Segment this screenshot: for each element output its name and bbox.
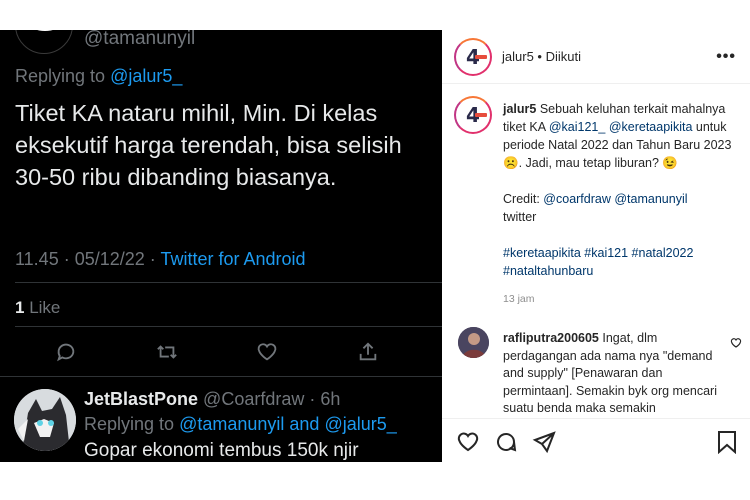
post-author: jalur5 • Diikuti: [502, 49, 581, 64]
commenter-photo-icon: [458, 327, 489, 358]
avatar[interactable]: [14, 389, 76, 451]
save-button[interactable]: [716, 430, 738, 459]
mention-link[interactable]: @tamanunyil: [614, 192, 687, 206]
comment-like-button[interactable]: [730, 336, 742, 354]
post-header: 4 jalur5 • Diikuti •••: [442, 30, 750, 84]
caption-avatar[interactable]: 4: [454, 96, 492, 134]
reply-text: Gopar ekonomi tembus 150k njir: [84, 440, 359, 461]
heart-icon: [730, 338, 742, 348]
likes-label: Like: [24, 298, 61, 317]
share-button[interactable]: [348, 332, 388, 372]
avatar[interactable]: 4: [454, 38, 492, 76]
divider: [15, 282, 442, 283]
likes-count[interactable]: 1 Like: [15, 298, 60, 318]
tweet-screenshot: @tamanunyil Replying to @jalur5_ Tiket K…: [0, 30, 442, 462]
reply-author-name[interactable]: JetBlastPone: [84, 389, 198, 409]
post-actions: [442, 418, 750, 462]
top-handle[interactable]: @tamanunyil: [84, 30, 195, 50]
hashtags[interactable]: #keretaapikita #kai121 #natal2022 #natal…: [503, 244, 739, 280]
tweet-meta: 11.45 · 05/12/22 · Twitter for Android: [15, 249, 306, 270]
comment-username[interactable]: rafliputra200605: [503, 331, 599, 345]
reply-button[interactable]: [46, 332, 86, 372]
instagram-panel: 4 jalur5 • Diikuti ••• 4 jalur5 Sebuah k…: [442, 30, 750, 462]
logo-mark: [475, 55, 487, 59]
like-button[interactable]: [247, 332, 287, 372]
replying-to: Replying to @jalur5_: [15, 66, 182, 87]
tweet-text: Tiket KA nataru mihil, Min. Di kelas eks…: [15, 100, 402, 190]
tweet-source-link[interactable]: Twitter for Android: [160, 249, 305, 269]
caption-username[interactable]: jalur5: [503, 102, 536, 116]
reply-tweet[interactable]: JetBlastPone @Coarfdraw · 6h Replying to…: [0, 376, 442, 462]
post-caption: jalur5 Sebuah keluhan terkait mahalnya t…: [503, 100, 739, 280]
username-link[interactable]: jalur5: [502, 49, 534, 64]
reply-replying-to: Replying to @tamanunyil and @jalur5_: [84, 414, 397, 435]
heart-icon: [257, 343, 277, 361]
reply-replying-user2[interactable]: @jalur5_: [324, 414, 396, 434]
replying-prefix: Replying to: [15, 66, 111, 86]
follow-status[interactable]: Diikuti: [546, 49, 581, 64]
screenshot-frame: @tamanunyil Replying to @jalur5_ Tiket K…: [0, 30, 750, 462]
reply-replying-prefix: Replying to: [84, 414, 180, 434]
share-icon: [359, 342, 377, 361]
separator: •: [533, 49, 546, 64]
mention-link[interactable]: @kai121_: [549, 120, 605, 134]
like-button[interactable]: [456, 430, 480, 459]
more-options-icon[interactable]: •••: [716, 48, 736, 66]
post-time[interactable]: 13 jam: [503, 293, 535, 305]
reply-replying-user1[interactable]: @tamanunyil: [179, 414, 284, 434]
mention-link[interactable]: @keretaapikita: [609, 120, 693, 134]
reply-author-handle: @Coarfdraw · 6h: [198, 389, 341, 409]
reply-author: JetBlastPone @Coarfdraw · 6h: [84, 389, 340, 410]
comment-button[interactable]: [494, 430, 518, 459]
tweet-timestamp[interactable]: 11.45 · 05/12/22 ·: [15, 249, 160, 269]
tweet-actions: [0, 332, 442, 376]
logo-mark: [475, 113, 487, 117]
wolf-avatar-icon: [14, 389, 76, 451]
reply-replying-and: and: [284, 414, 325, 434]
comment-icon: [497, 432, 517, 452]
send-icon: [532, 431, 556, 454]
comment-icon: [57, 343, 75, 362]
retweet-button[interactable]: [147, 332, 187, 372]
divider: [15, 326, 442, 327]
heart-icon: [457, 432, 479, 452]
credit-label: Credit:: [503, 192, 544, 206]
replying-user-link[interactable]: @jalur5_: [110, 66, 182, 86]
avatar[interactable]: [15, 30, 73, 54]
comment: rafliputra200605 Ingat, dlm perdagangan …: [503, 330, 717, 418]
mention-link[interactable]: @coarfdraw: [543, 192, 611, 206]
share-button[interactable]: [532, 430, 556, 459]
avatar[interactable]: [458, 327, 489, 358]
retweet-icon: [157, 345, 177, 359]
credit-suffix: twitter: [503, 210, 537, 224]
bookmark-icon: [718, 431, 736, 455]
